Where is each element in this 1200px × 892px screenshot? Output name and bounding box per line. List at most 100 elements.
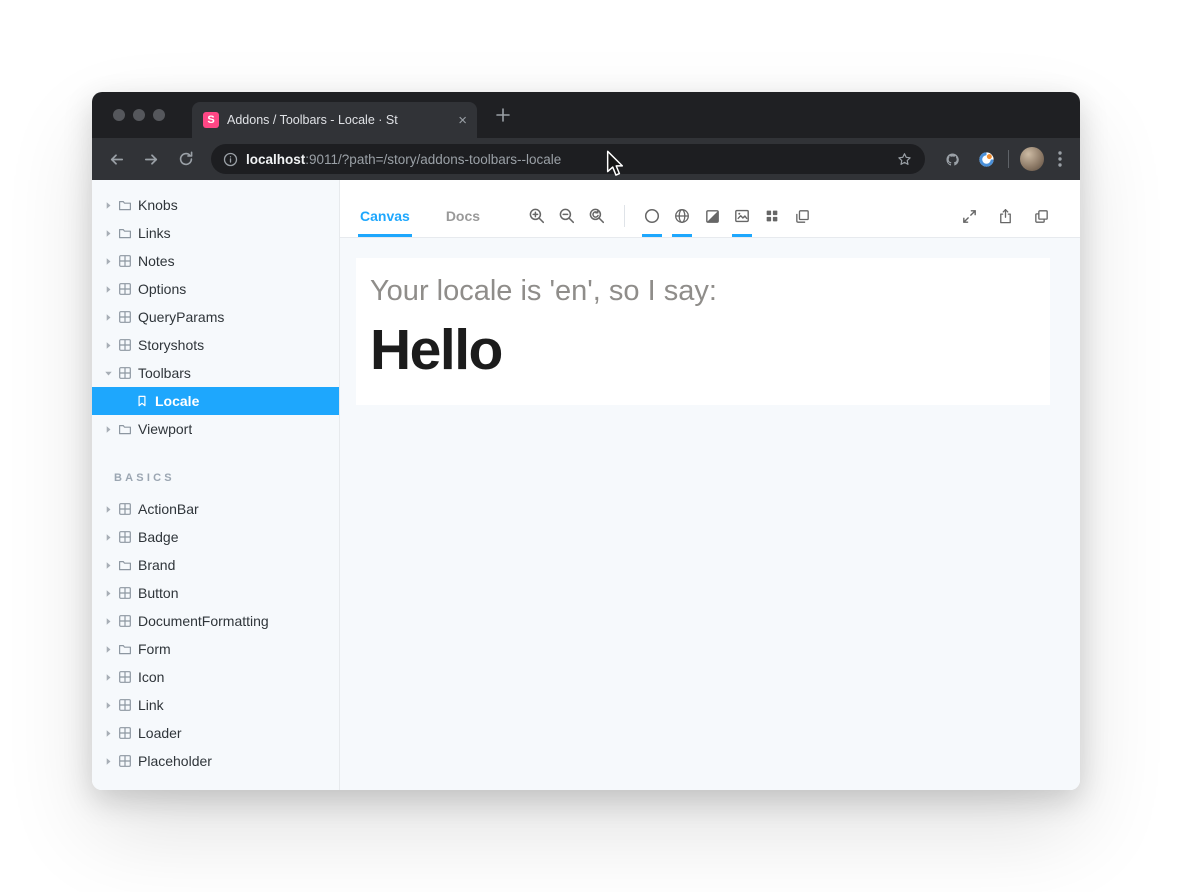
sidebar-item-links[interactable]: Links — [92, 219, 339, 247]
preview-toolbar: Canvas Docs — [340, 180, 1080, 238]
chevron-right-icon[interactable] — [102, 615, 115, 628]
browser-address-bar: localhost:9011/?path=/story/addons-toolb… — [92, 138, 1080, 180]
extension-icon-2[interactable] — [974, 147, 998, 171]
contrast-icon[interactable] — [697, 195, 727, 237]
component-icon — [118, 670, 132, 684]
chevron-right-icon[interactable] — [102, 587, 115, 600]
sidebar-item-loader[interactable]: Loader — [92, 719, 339, 747]
story-intro-text: Your locale is 'en', so I say: — [370, 274, 1034, 309]
sidebar-item-label: Knobs — [138, 197, 178, 213]
sidebar-item-icon[interactable]: Icon — [92, 663, 339, 691]
sidebar-item-knobs[interactable]: Knobs — [92, 191, 339, 219]
component-icon — [118, 254, 132, 268]
bookmark-star-icon[interactable] — [896, 151, 913, 168]
url-bar[interactable]: localhost:9011/?path=/story/addons-toolb… — [211, 144, 925, 174]
sidebar-item-link[interactable]: Link — [92, 691, 339, 719]
tab-docs-label: Docs — [446, 208, 480, 224]
url-text: localhost:9011/?path=/story/addons-toolb… — [246, 152, 888, 167]
sidebar-item-button[interactable]: Button — [92, 579, 339, 607]
sidebar-item-notes[interactable]: Notes — [92, 247, 339, 275]
sidebar-item-viewport[interactable]: Viewport — [92, 415, 339, 443]
sidebar-item-documentformatting[interactable]: DocumentFormatting — [92, 607, 339, 635]
preview-pane: Canvas Docs Your locale is 'en', so I sa… — [340, 180, 1080, 790]
storybook-favicon: S — [203, 112, 219, 128]
story-canvas: Your locale is 'en', so I say: Hello — [340, 238, 1080, 790]
maximize-window-button[interactable] — [153, 109, 165, 121]
chevron-right-icon[interactable] — [102, 423, 115, 436]
copy-icon[interactable] — [1026, 195, 1056, 237]
sidebar-item-label: Toolbars — [138, 365, 191, 381]
chevron-right-icon[interactable] — [102, 227, 115, 240]
folder-icon — [118, 558, 132, 572]
sidebar-item-label: Loader — [138, 725, 182, 741]
expand-icon[interactable] — [954, 195, 984, 237]
chevron-right-icon[interactable] — [102, 727, 115, 740]
circle-icon[interactable] — [637, 195, 667, 237]
sidebar-item-queryparams[interactable]: QueryParams — [92, 303, 339, 331]
chevron-right-icon[interactable] — [102, 255, 115, 268]
addon-tools — [637, 195, 817, 237]
sidebar-item-label: QueryParams — [138, 309, 224, 325]
sidebar-item-toolbars[interactable]: Toolbars — [92, 359, 339, 387]
stack-icon[interactable] — [787, 195, 817, 237]
sidebar-item-placeholder[interactable]: Placeholder — [92, 747, 339, 775]
page-info-icon[interactable] — [223, 152, 238, 167]
component-icon — [118, 726, 132, 740]
tab-canvas-label: Canvas — [360, 208, 410, 224]
chevron-down-icon[interactable] — [102, 367, 115, 380]
sidebar-basics-tree: ActionBarBadgeBrandButtonDocumentFormatt… — [92, 495, 339, 775]
chevron-right-icon[interactable] — [102, 283, 115, 296]
extension-icon[interactable] — [940, 147, 964, 171]
zoom-reset-icon[interactable] — [582, 195, 612, 237]
tab-close-icon[interactable]: × — [458, 113, 467, 128]
zoom-out-icon[interactable] — [552, 195, 582, 237]
chevron-right-icon[interactable] — [102, 311, 115, 324]
chevron-right-icon[interactable] — [102, 199, 115, 212]
mouse-cursor — [606, 150, 624, 178]
sidebar-item-badge[interactable]: Badge — [92, 523, 339, 551]
share-icon[interactable] — [990, 195, 1020, 237]
sidebar-item-label: Link — [138, 697, 164, 713]
sidebar-item-form[interactable]: Form — [92, 635, 339, 663]
tab-docs[interactable]: Docs — [434, 195, 492, 237]
globe-icon[interactable] — [667, 195, 697, 237]
sidebar-item-storyshots[interactable]: Storyshots — [92, 331, 339, 359]
new-tab-button[interactable] — [492, 104, 514, 126]
url-path: :9011/?path=/story/addons-toolbars--loca… — [305, 152, 561, 167]
component-icon — [118, 530, 132, 544]
browser-tab-active[interactable]: S Addons / Toolbars - Locale · St × — [192, 102, 477, 138]
sidebar-item-options[interactable]: Options — [92, 275, 339, 303]
grid-icon[interactable] — [757, 195, 787, 237]
sidebar-item-label: Locale — [155, 393, 199, 409]
toolbar-separator — [624, 205, 625, 227]
reload-icon[interactable] — [174, 147, 198, 171]
chevron-right-icon[interactable] — [102, 755, 115, 768]
chevron-right-icon[interactable] — [102, 559, 115, 572]
tab-canvas[interactable]: Canvas — [348, 195, 422, 237]
sidebar-item-actionbar[interactable]: ActionBar — [92, 495, 339, 523]
chevron-right-icon[interactable] — [102, 339, 115, 352]
sidebar-item-brand[interactable]: Brand — [92, 551, 339, 579]
minimize-window-button[interactable] — [133, 109, 145, 121]
tab-title: Addons / Toolbars - Locale · St — [227, 113, 450, 127]
profile-avatar[interactable] — [1020, 147, 1044, 171]
component-icon — [118, 754, 132, 768]
storybook-app: Knobs LinksNotesOptions QueryParams Storysh… — [92, 180, 1080, 790]
sidebar-item-label: Placeholder — [138, 753, 212, 769]
forward-icon[interactable] — [139, 147, 163, 171]
photo-icon[interactable] — [727, 195, 757, 237]
chevron-right-icon[interactable] — [102, 671, 115, 684]
sidebar-item-label: Storyshots — [138, 337, 204, 353]
close-window-button[interactable] — [113, 109, 125, 121]
sidebar-item-label: Icon — [138, 669, 164, 685]
component-icon — [118, 310, 132, 324]
sidebar-item-locale[interactable]: Locale — [92, 387, 339, 415]
chevron-right-icon[interactable] — [102, 643, 115, 656]
chevron-right-icon[interactable] — [102, 531, 115, 544]
zoom-in-icon[interactable] — [522, 195, 552, 237]
chevron-right-icon[interactable] — [102, 503, 115, 516]
back-icon[interactable] — [104, 147, 128, 171]
chevron-right-icon[interactable] — [102, 699, 115, 712]
folder-icon — [118, 422, 132, 436]
browser-menu-icon[interactable] — [1050, 147, 1070, 171]
